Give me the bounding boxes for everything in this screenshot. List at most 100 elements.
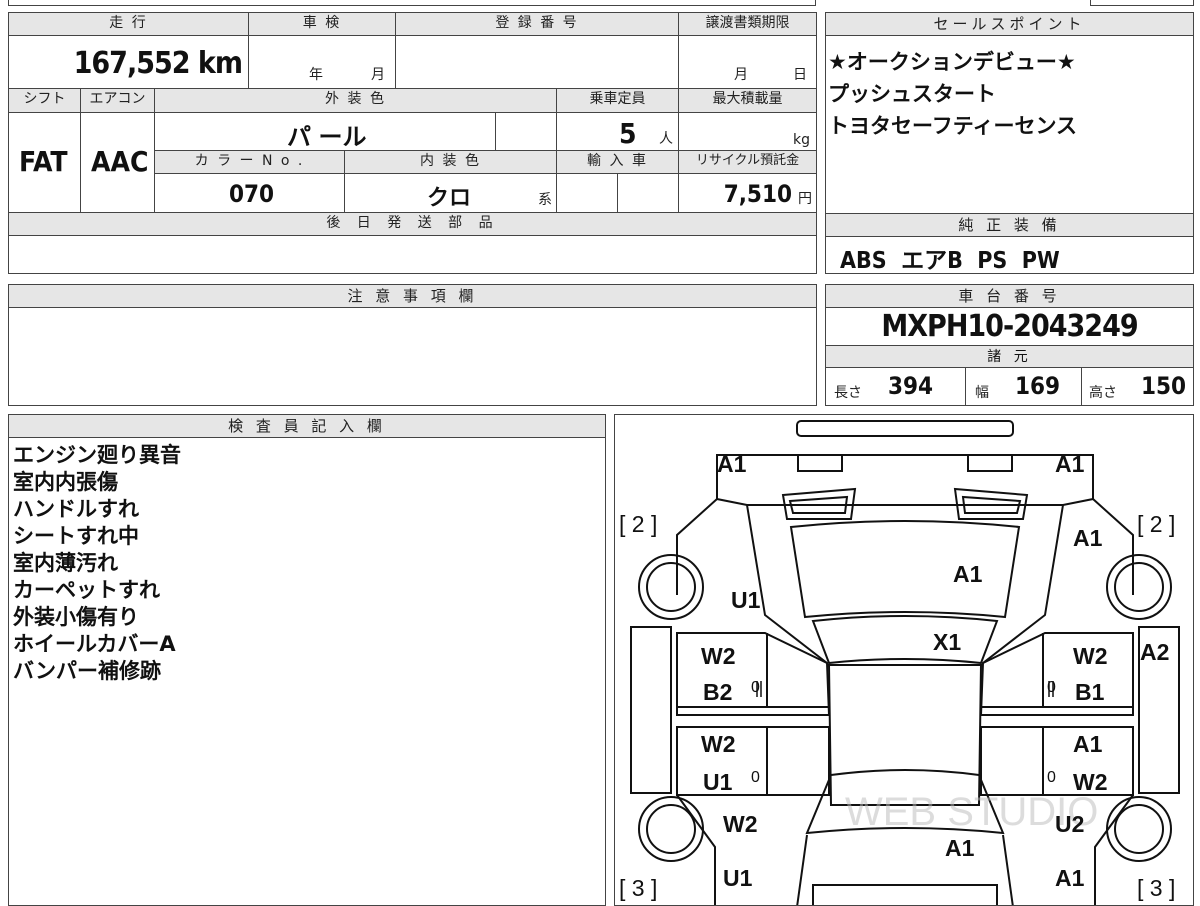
inspector-note: カーペットすれ xyxy=(13,578,160,602)
aircon-value-cell: AAC xyxy=(80,112,155,213)
maxload-value-cell: kg xyxy=(678,112,817,151)
maxload-label: 最大積載量 xyxy=(678,88,817,113)
sales-points-list: ★オークションデビュー★ プッシュスタート トヨタセーフティーセンス xyxy=(826,36,1193,142)
length-label: 長さ xyxy=(834,385,862,401)
exterior-value-cell: パ ール xyxy=(154,112,496,151)
recycle-value-cell: 7,510 円 xyxy=(678,173,817,213)
import-value-cell-1 xyxy=(556,173,618,213)
inspection-month: 月 xyxy=(371,67,385,83)
inspector-note: 室内内張傷 xyxy=(13,470,118,494)
chassis-number: MXPH10-2043249 xyxy=(881,309,1138,344)
mark-rear-l-2: U1 xyxy=(723,865,753,891)
equipment-value: ABS エアB PS PW xyxy=(840,248,1060,274)
transfer-month: 月 xyxy=(734,67,748,83)
color-no-label: カ ラ ー N o . xyxy=(154,150,345,174)
length-cell: 長さ 394 xyxy=(826,368,966,406)
registration-value-cell xyxy=(395,35,679,89)
shift-value: FAT xyxy=(19,145,68,178)
mileage-label: 走 行 xyxy=(8,12,249,36)
later-parts-value xyxy=(8,235,817,274)
mark-door-fr-1: W2 xyxy=(1073,643,1108,669)
inspector-note: 外装小傷有り xyxy=(13,605,139,629)
mark-rear-r-1: U2 xyxy=(1055,811,1085,837)
inspector-box: 検 査 員 記 入 欄 エンジン廻り異音 室内内張傷 ハンドルすれ シートすれ中… xyxy=(8,414,606,906)
dimensions-row: 長さ 394 幅 169 高さ 150 xyxy=(826,368,1193,406)
inspector-note: シートすれ中 xyxy=(13,524,139,548)
aircon-value: AAC xyxy=(91,145,149,178)
notes-header: 注 意 事 項 欄 xyxy=(9,285,816,308)
sales-points-header: セールスポイント xyxy=(826,13,1193,36)
mark-rear-l-1: W2 xyxy=(723,811,758,837)
interior-label: 内 装 色 xyxy=(344,150,557,174)
mark-zero: 0 xyxy=(751,679,760,696)
inspection-value-cell: 年 月 xyxy=(248,35,396,89)
shift-value-cell: FAT xyxy=(8,112,81,213)
mark-roof-rear: A1 xyxy=(945,835,975,861)
mark-zero: 0 xyxy=(1047,769,1056,786)
capacity-unit: 人 xyxy=(659,131,673,147)
mark-fender-l: U1 xyxy=(731,587,761,613)
interior-unit: 系 xyxy=(538,192,552,208)
width-value: 169 xyxy=(1015,372,1061,400)
inspector-note: エンジン廻り異音 xyxy=(13,443,181,467)
transfer-label: 譲渡書類期限 xyxy=(678,12,817,36)
height-value: 150 xyxy=(1141,372,1187,400)
mark-wheel-fl: [ 2 ] xyxy=(619,511,658,537)
chassis-header: 車 台 番 号 xyxy=(826,285,1193,308)
sales-point-line: ★オークションデビュー★ xyxy=(828,50,1076,74)
height-cell: 高さ 150 xyxy=(1081,368,1195,406)
registration-label: 登 録 番 号 xyxy=(395,12,679,36)
length-value: 394 xyxy=(888,372,934,400)
mark-door-fl-2: B2 xyxy=(703,679,733,705)
exterior-value: パ ール xyxy=(287,123,367,151)
height-label: 高さ xyxy=(1089,385,1117,401)
mark-wheel-rl: [ 3 ] xyxy=(619,875,658,901)
recycle-value: 7,510 xyxy=(723,180,792,208)
inspector-note: バンパー補修跡 xyxy=(13,659,162,683)
capacity-value-cell: 5 人 xyxy=(556,112,679,151)
capacity-label: 乗車定員 xyxy=(556,88,679,113)
equipment-box: 純 正 装 備 ABS エアB PS PW xyxy=(825,213,1194,274)
mark-hood: A1 xyxy=(953,561,983,587)
spec-table: 走 行 車 検 登 録 番 号 譲渡書類期限 167,552 km 年 月 月 … xyxy=(8,12,817,274)
interior-value-cell: クロ 系 xyxy=(344,173,557,213)
inspector-note: ホイールカバーA xyxy=(13,632,176,656)
mark-door-rl-1: W2 xyxy=(701,731,736,757)
top-strip-right xyxy=(1090,0,1194,6)
inspector-note: 室内薄汚れ xyxy=(13,551,118,575)
sales-points-box: セールスポイント ★オークションデビュー★ プッシュスタート トヨタセーフティー… xyxy=(825,12,1194,214)
mark-front-right: A1 xyxy=(1055,451,1085,477)
width-label: 幅 xyxy=(975,385,989,401)
mileage-value: 167,552 km xyxy=(73,46,243,81)
later-parts-label: 後 日 発 送 部 品 xyxy=(8,212,817,236)
mark-rear-r-2: A1 xyxy=(1055,865,1085,891)
mark-wheel-fr: [ 2 ] xyxy=(1137,511,1176,537)
specs-header: 諸 元 xyxy=(826,345,1193,368)
mark-fender-r: A1 xyxy=(1073,525,1103,551)
mark-pillar-r: A2 xyxy=(1140,639,1170,665)
mark-front-left: A1 xyxy=(717,451,747,477)
recycle-label: リサイクル預託金 xyxy=(678,150,817,174)
import-label: 輸 入 車 xyxy=(556,150,679,174)
import-value-cell-2 xyxy=(617,173,679,213)
mark-wheel-rr: [ 3 ] xyxy=(1137,875,1176,901)
chassis-box: 車 台 番 号 MXPH10-2043249 諸 元 長さ 394 幅 169 … xyxy=(825,284,1194,406)
capacity-value: 5 xyxy=(619,117,637,150)
exterior-sub-cell xyxy=(495,112,557,151)
inspection-year: 年 xyxy=(309,67,323,83)
mark-zero: 0 xyxy=(1047,679,1056,696)
aircon-label: エアコン xyxy=(80,88,155,113)
equipment-header: 純 正 装 備 xyxy=(826,214,1193,237)
inspection-label: 車 検 xyxy=(248,12,396,36)
maxload-unit: kg xyxy=(793,132,810,148)
inspector-header: 検 査 員 記 入 欄 xyxy=(9,415,605,438)
sales-point-line: プッシュスタート xyxy=(828,82,996,106)
notes-box: 注 意 事 項 欄 xyxy=(8,284,817,406)
shift-label: シフト xyxy=(8,88,81,113)
inspector-notes-list: エンジン廻り異音 室内内張傷 ハンドルすれ シートすれ中 室内薄汚れ カーペット… xyxy=(9,438,605,685)
top-strip xyxy=(8,0,816,6)
width-cell: 幅 169 xyxy=(965,368,1082,406)
sales-point-line: トヨタセーフティーセンス xyxy=(828,114,1078,138)
color-no-value-cell: 070 xyxy=(154,173,345,213)
mark-door-rr-1: A1 xyxy=(1073,731,1103,757)
